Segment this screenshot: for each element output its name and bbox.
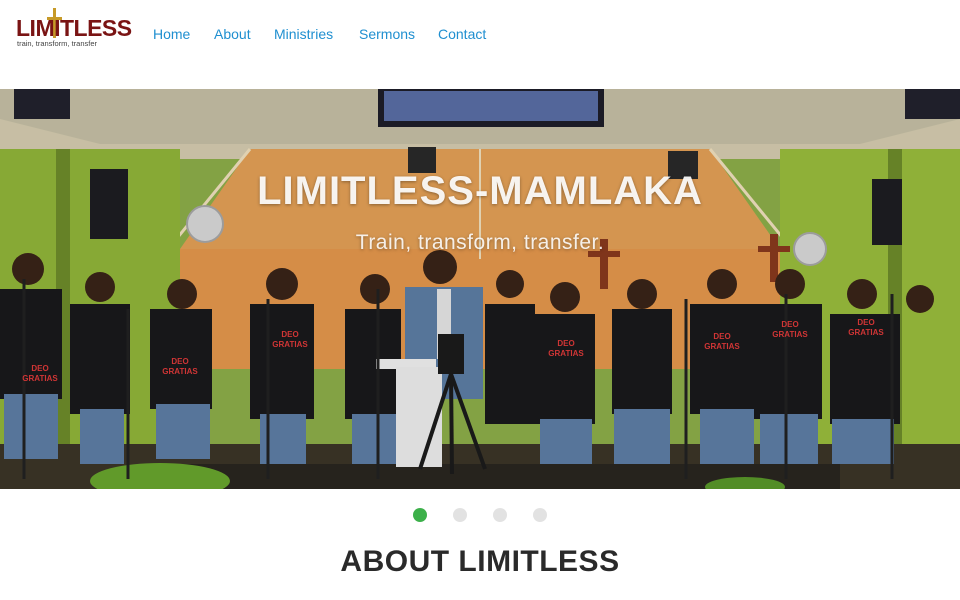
logo-wordmark: LIMITLESS xyxy=(16,15,132,41)
site-logo[interactable]: LIMITLESS train, transform, transfer xyxy=(16,8,132,50)
site-header: LIMITLESS train, transform, transfer Hom… xyxy=(0,0,960,89)
hero-title: LIMITLESS-MAMLAKA xyxy=(257,169,703,213)
hero-image: DEO GRATIAS DEO GRATIAS DEO GRATIAS DEO … xyxy=(0,89,960,489)
slider-dot-3[interactable] xyxy=(493,508,507,522)
hero-slider[interactable]: DEO GRATIAS DEO GRATIAS DEO GRATIAS DEO … xyxy=(0,89,960,489)
nav-link-sermons[interactable]: Sermons xyxy=(359,26,415,42)
nav-link-about[interactable]: About xyxy=(214,26,251,42)
hero-subtitle: Train, transform, transfer. xyxy=(355,231,605,254)
about-heading: ABOUT LIMITLESS xyxy=(340,545,620,578)
nav-link-contact[interactable]: Contact xyxy=(438,26,486,42)
logo-tagline: train, transform, transfer xyxy=(17,39,98,48)
slider-pagination xyxy=(0,508,960,522)
nav-link-ministries[interactable]: Ministries xyxy=(274,26,333,42)
slider-dot-4[interactable] xyxy=(533,508,547,522)
nav-link-home[interactable]: Home xyxy=(153,26,190,42)
slider-dot-2[interactable] xyxy=(453,508,467,522)
slider-dot-1[interactable] xyxy=(413,508,427,522)
